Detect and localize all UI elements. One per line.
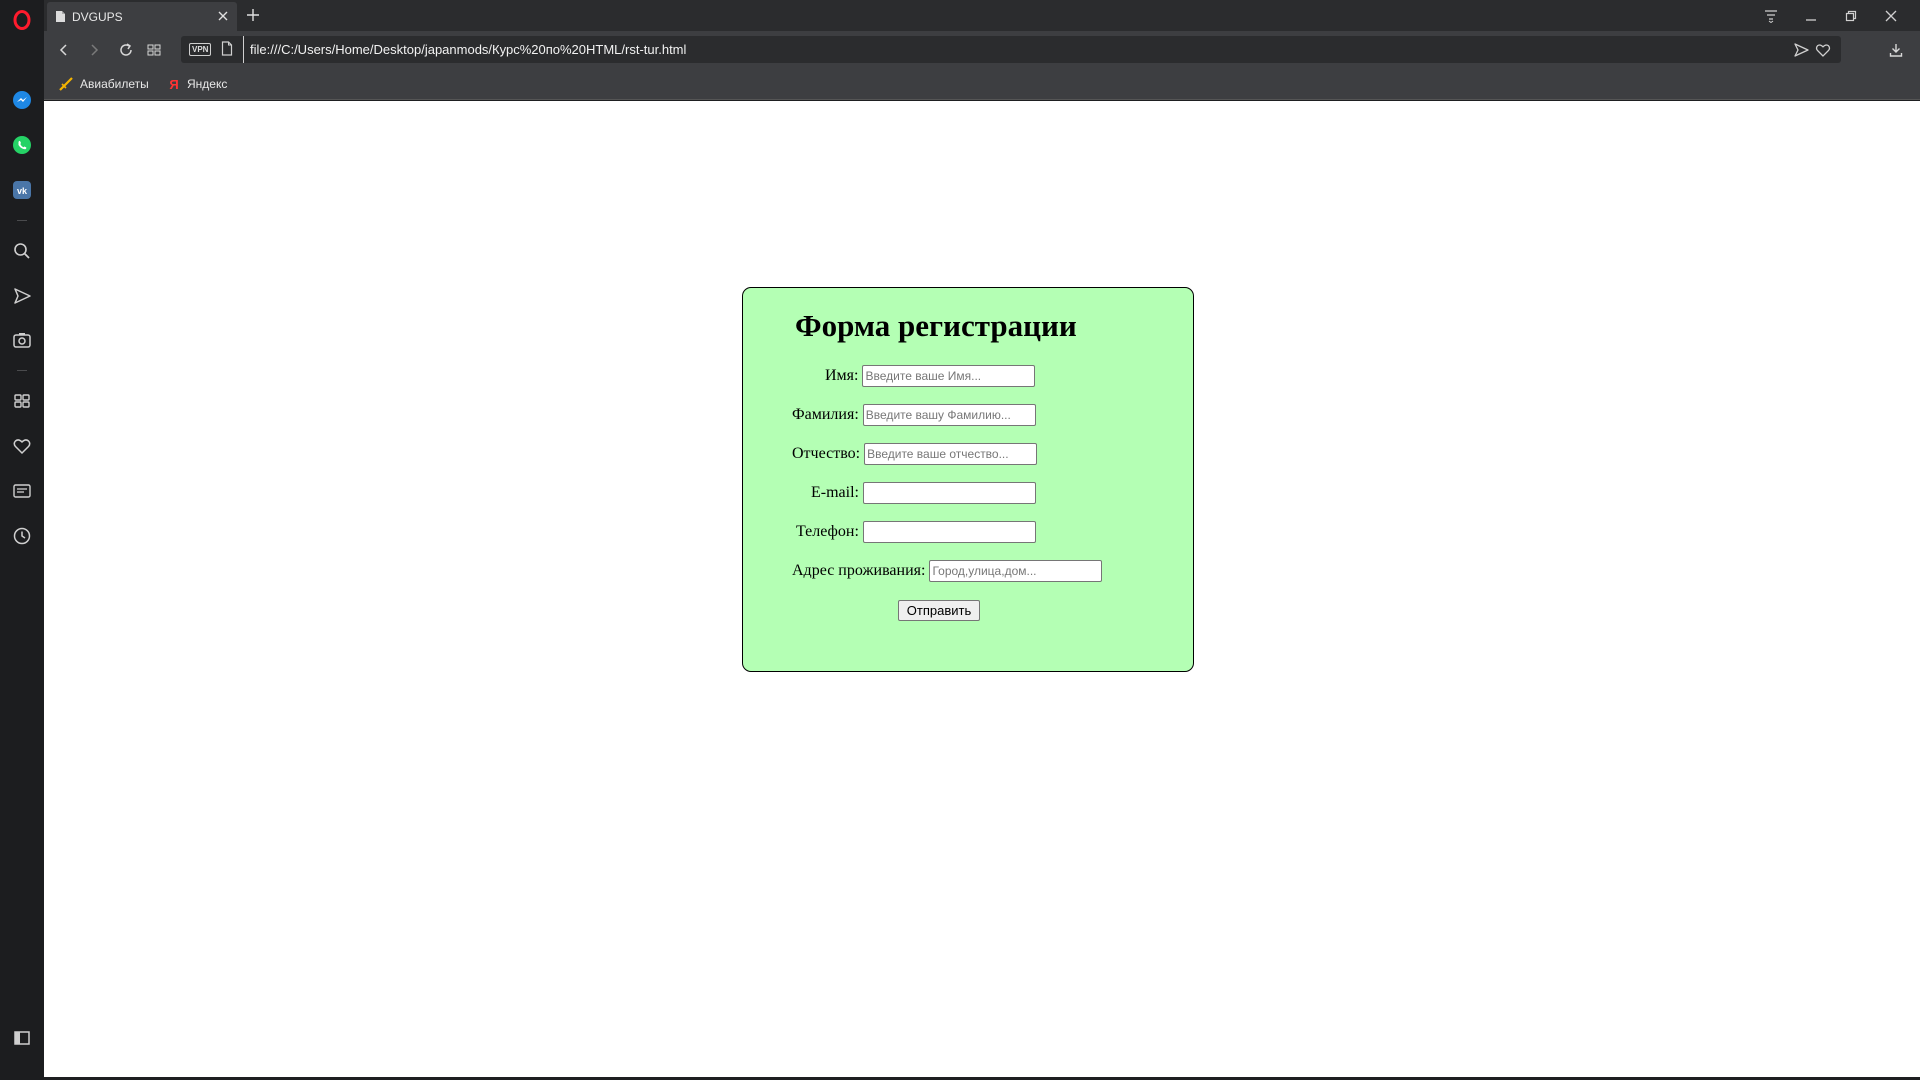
yandex-icon: Я [168, 77, 180, 91]
messenger-icon[interactable] [0, 80, 44, 120]
row-email: E-mail: [811, 482, 1036, 504]
camera-icon[interactable] [0, 320, 44, 360]
bookmark-aviabilety[interactable]: Авиабилеты [59, 68, 149, 100]
speed-dial-icon[interactable] [0, 381, 44, 421]
bookmark-label: Авиабилеты [80, 77, 149, 91]
navigation-bar: VPN file:///C:/Users/Home/Desktop/japanm… [44, 31, 1920, 68]
tab-bar: DVGUPS [44, 0, 1920, 31]
tab-title: DVGUPS [72, 9, 123, 24]
send-icon[interactable] [0, 276, 44, 316]
row-phone: Телефон: [796, 521, 1036, 543]
row-last-name: Фамилия: [792, 404, 1036, 426]
first-name-label: Имя: [825, 367, 859, 384]
registration-form: Форма регистрации Имя: Фамилия: Отчество… [742, 287, 1194, 672]
close-tab-icon[interactable] [215, 8, 231, 24]
bookmark-yandex[interactable]: Я Яндекс [168, 68, 227, 100]
search-icon[interactable] [0, 231, 44, 271]
svg-text:Я: Я [169, 77, 178, 91]
sidebar-separator [17, 220, 27, 221]
minimize-icon[interactable] [1791, 0, 1831, 31]
first-name-input[interactable] [862, 365, 1036, 387]
form-title: Форма регистрации [795, 308, 1077, 343]
forward-icon[interactable] [82, 38, 106, 62]
back-icon[interactable] [52, 38, 76, 62]
send-page-icon[interactable] [1792, 41, 1810, 59]
submit-button[interactable]: Отправить [898, 600, 980, 621]
page-viewport: Форма регистрации Имя: Фамилия: Отчество… [44, 101, 1920, 1077]
speed-dial-icon[interactable] [142, 38, 166, 62]
download-icon[interactable] [1884, 38, 1908, 62]
email-input[interactable] [862, 482, 1036, 504]
plane-icon [59, 77, 73, 91]
page-info-icon[interactable] [221, 41, 233, 56]
bookmark-heart-icon[interactable] [1814, 41, 1832, 59]
page-icon [56, 11, 65, 22]
last-name-input[interactable] [862, 404, 1036, 426]
bookmarks-bar: Авиабилеты Я Яндекс [44, 68, 1920, 100]
address-bar[interactable]: VPN file:///C:/Users/Home/Desktop/japanm… [181, 36, 1841, 63]
whatsapp-icon[interactable] [0, 125, 44, 165]
sidebar-toggle-icon[interactable] [0, 1018, 44, 1058]
phone-input[interactable] [862, 521, 1036, 543]
url-text[interactable]: file:///C:/Users/Home/Desktop/japanmods/… [243, 36, 686, 63]
close-window-icon[interactable] [1871, 0, 1911, 31]
address-label: Адрес проживания: [792, 562, 926, 579]
tab-menu-icon[interactable] [1751, 0, 1791, 31]
email-label: E-mail: [811, 484, 859, 501]
row-patronymic: Отчество: [792, 443, 1038, 465]
vk-icon[interactable]: vk [0, 170, 44, 210]
new-tab-plus-icon[interactable] [242, 4, 264, 26]
patronymic-input[interactable] [864, 443, 1038, 465]
vpn-badge[interactable]: VPN [189, 43, 212, 56]
sidebar-separator [17, 370, 27, 371]
opera-sidebar: vk [0, 0, 44, 1080]
address-input[interactable] [929, 560, 1103, 582]
row-address: Адрес проживания: [792, 560, 1103, 582]
last-name-label: Фамилия: [792, 406, 859, 423]
svg-text:vk: vk [17, 186, 28, 196]
row-first-name: Имя: [825, 365, 1036, 387]
history-icon[interactable] [0, 516, 44, 556]
browser-tab[interactable]: DVGUPS [47, 2, 237, 31]
restore-icon[interactable] [1831, 0, 1871, 31]
opera-logo-icon[interactable] [0, 0, 44, 40]
bookmark-label: Яндекс [187, 77, 228, 91]
reload-icon[interactable] [114, 38, 138, 62]
phone-label: Телефон: [796, 523, 859, 540]
heart-icon[interactable] [0, 426, 44, 466]
news-icon[interactable] [0, 471, 44, 511]
patronymic-label: Отчество: [792, 445, 861, 462]
